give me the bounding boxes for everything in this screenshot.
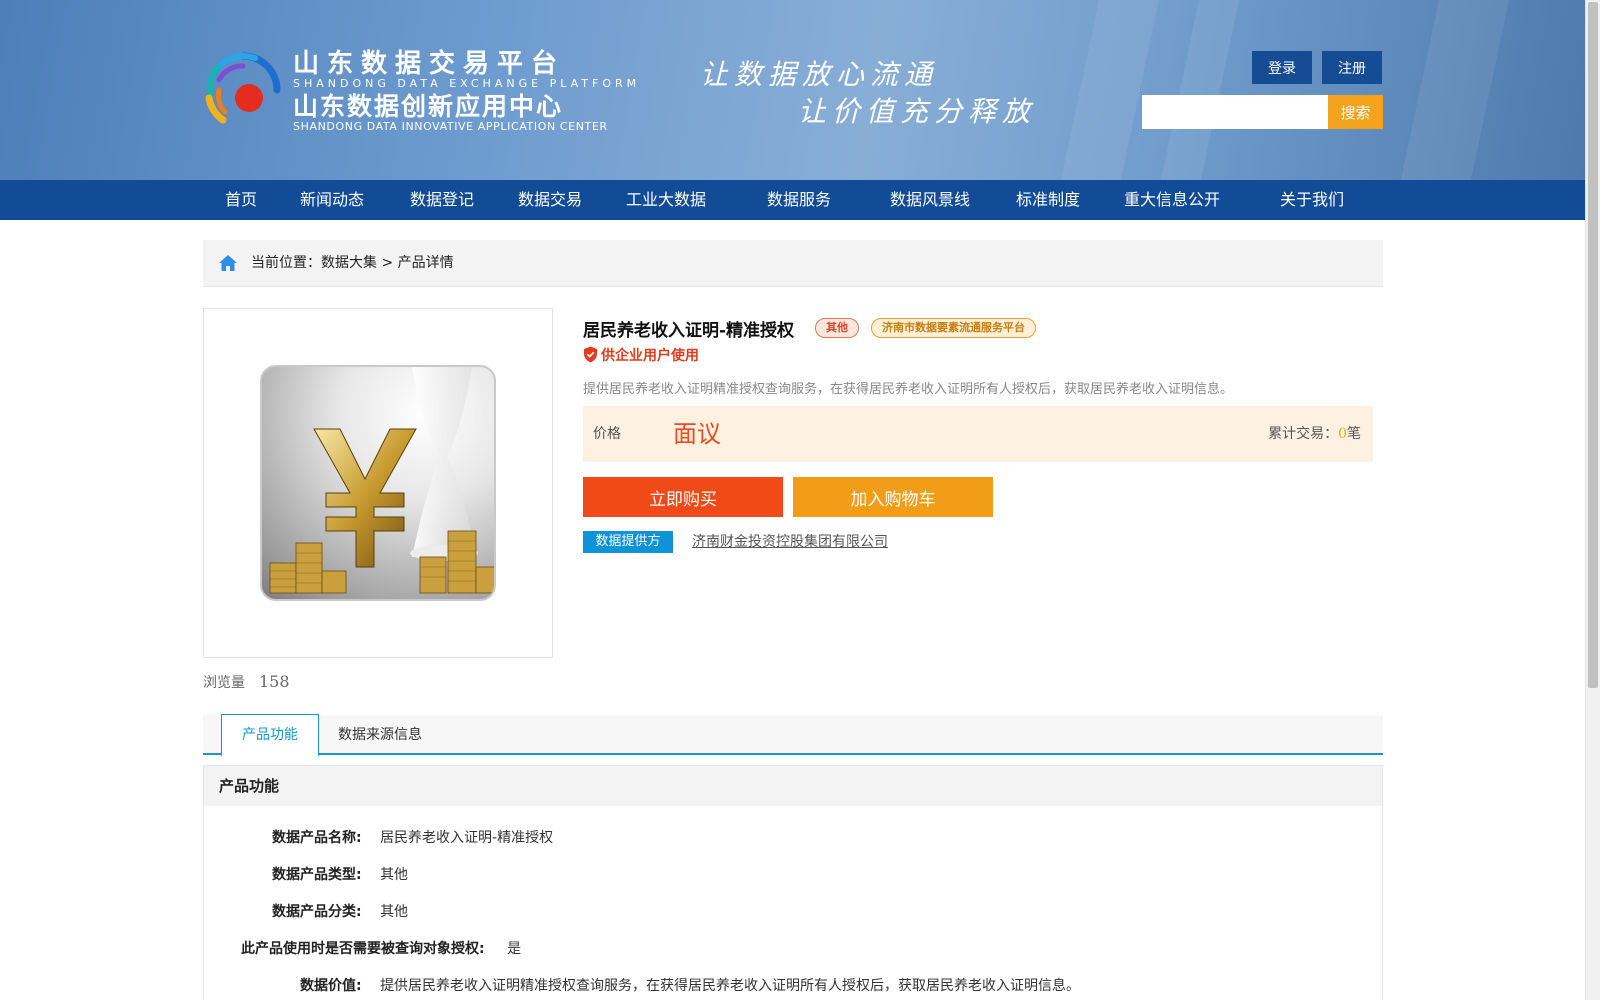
breadcrumb-prefix: 当前位置： xyxy=(251,255,321,271)
main-nav: 首页 新闻动态 数据登记 数据交易 工业大数据 数据服务 数据风景线 标准制度 … xyxy=(0,180,1585,220)
trade-count: 累计交易：0笔 xyxy=(1268,406,1361,462)
header-decoration xyxy=(1400,0,1510,180)
product-description: 提供居民养老收入证明精准授权查询服务，在获得居民养老收入证明所有人授权后，获取居… xyxy=(583,382,1234,397)
nav-item-data-trading[interactable]: 数据交易 xyxy=(518,180,582,220)
nav-item-news[interactable]: 新闻动态 xyxy=(300,180,364,220)
field-label: 数据产品分类: xyxy=(272,904,362,920)
field-value: 是 xyxy=(507,941,522,957)
login-button[interactable]: 登录 xyxy=(1252,51,1312,84)
header-decoration xyxy=(1160,0,1240,180)
trade-count-unit: 笔 xyxy=(1347,426,1361,442)
product-image xyxy=(260,365,496,601)
trade-count-value: 0 xyxy=(1338,426,1347,442)
yuan-coins-illustration xyxy=(269,367,494,594)
view-count-value: 158 xyxy=(259,672,290,691)
buy-now-button[interactable]: 立即购买 xyxy=(583,477,783,517)
scrollbar-thumb[interactable] xyxy=(1588,2,1598,688)
product-function-section: 产品功能 数据产品名称: 居民养老收入证明-精准授权 数据产品类型: 其他 数据… xyxy=(203,765,1383,1000)
shield-check-icon xyxy=(584,346,597,363)
site-header: 山东数据交易平台 SHANDONG DATA EXCHANGE PLATFORM… xyxy=(0,0,1585,180)
product-image-frame xyxy=(203,308,553,658)
nav-item-industrial-big-data[interactable]: 工业大数据 xyxy=(626,180,706,220)
field-value: 居民养老收入证明-精准授权 xyxy=(380,830,554,846)
field-label: 数据价值: xyxy=(300,978,362,994)
field-authorization-required: 此产品使用时是否需要被查询对象授权: 是 xyxy=(241,938,521,958)
logo-text: 山东数据交易平台 SHANDONG DATA EXCHANGE PLATFORM… xyxy=(293,50,640,133)
home-icon xyxy=(219,255,237,271)
breadcrumb-link-data-market[interactable]: 数据大集 xyxy=(321,255,377,271)
trade-count-label: 累计交易： xyxy=(1268,426,1339,442)
field-data-value: 数据价值: 提供居民养老收入证明精准授权查询服务，在获得居民养老收入证明所有人授… xyxy=(300,975,1080,995)
enterprise-note: 供企业用户使用 xyxy=(583,344,699,365)
nav-item-standards[interactable]: 标准制度 xyxy=(1016,180,1080,220)
enterprise-note-text: 供企业用户使用 xyxy=(601,347,699,364)
category-tag: 其他 xyxy=(815,318,859,338)
platform-tag: 济南市数据要素流通服务平台 xyxy=(871,318,1036,338)
tab-product-function[interactable]: 产品功能 xyxy=(221,714,319,757)
field-value: 其他 xyxy=(380,904,409,920)
breadcrumb-current: 产品详情 xyxy=(397,255,454,271)
product-title: 居民养老收入证明-精准授权 xyxy=(583,321,795,341)
search-input[interactable] xyxy=(1142,95,1328,129)
field-product-name: 数据产品名称: 居民养老收入证明-精准授权 xyxy=(272,827,553,847)
logo-title-en: SHANDONG DATA EXCHANGE PLATFORM xyxy=(293,77,641,90)
slogan-line-1: 让数据放心流通 xyxy=(700,58,939,91)
view-count: 浏览量 158 xyxy=(203,672,290,692)
page-scrollbar[interactable] xyxy=(1585,0,1600,1000)
logo-subtitle-en: SHANDONG DATA INNOVATIVE APPLICATION CEN… xyxy=(293,120,608,133)
search-button[interactable]: 搜索 xyxy=(1328,95,1383,129)
breadcrumb-separator: > xyxy=(377,255,398,271)
field-label: 此产品使用时是否需要被查询对象授权: xyxy=(241,941,485,957)
nav-item-data-scenery[interactable]: 数据风景线 xyxy=(890,180,970,220)
detail-tabs: 产品功能 数据来源信息 xyxy=(203,714,1383,757)
tab-data-source[interactable]: 数据来源信息 xyxy=(338,715,422,755)
nav-item-disclosure[interactable]: 重大信息公开 xyxy=(1124,180,1220,220)
breadcrumb-text: 当前位置：数据大集 > 产品详情 xyxy=(251,240,454,287)
slogan-line-2: 让价值充分释放 xyxy=(798,95,1037,128)
nav-item-home[interactable]: 首页 xyxy=(225,180,257,220)
field-label: 数据产品名称: xyxy=(272,830,362,846)
section-title: 产品功能 xyxy=(204,766,1382,806)
logo-title-cn: 山东数据交易平台 xyxy=(293,49,566,79)
logo-subtitle-cn: 山东数据创新应用中心 xyxy=(293,92,564,121)
register-button[interactable]: 注册 xyxy=(1322,51,1382,84)
logo-icon[interactable] xyxy=(203,50,283,130)
nav-item-about[interactable]: 关于我们 xyxy=(1280,180,1344,220)
field-product-category: 数据产品分类: 其他 xyxy=(272,901,408,921)
provider-badge: 数据提供方 xyxy=(583,531,673,553)
price-value: 面议 xyxy=(673,420,721,448)
header-decoration xyxy=(1060,0,1160,180)
field-product-type: 数据产品类型: 其他 xyxy=(272,864,408,884)
field-value: 提供居民养老收入证明精准授权查询服务，在获得居民养老收入证明所有人授权后，获取居… xyxy=(380,978,1081,994)
price-label: 价格 xyxy=(593,426,621,442)
nav-item-data-registration[interactable]: 数据登记 xyxy=(410,180,474,220)
add-to-cart-button[interactable]: 加入购物车 xyxy=(793,477,993,517)
nav-item-data-services[interactable]: 数据服务 xyxy=(767,180,831,220)
field-label: 数据产品类型: xyxy=(272,867,362,883)
price-panel: 价格 面议 累计交易：0笔 xyxy=(583,406,1373,462)
field-value: 其他 xyxy=(380,867,409,883)
provider-link[interactable]: 济南财金投资控股集团有限公司 xyxy=(692,531,888,553)
breadcrumb: 当前位置：数据大集 > 产品详情 xyxy=(203,240,1383,287)
view-count-label: 浏览量 xyxy=(203,675,245,691)
